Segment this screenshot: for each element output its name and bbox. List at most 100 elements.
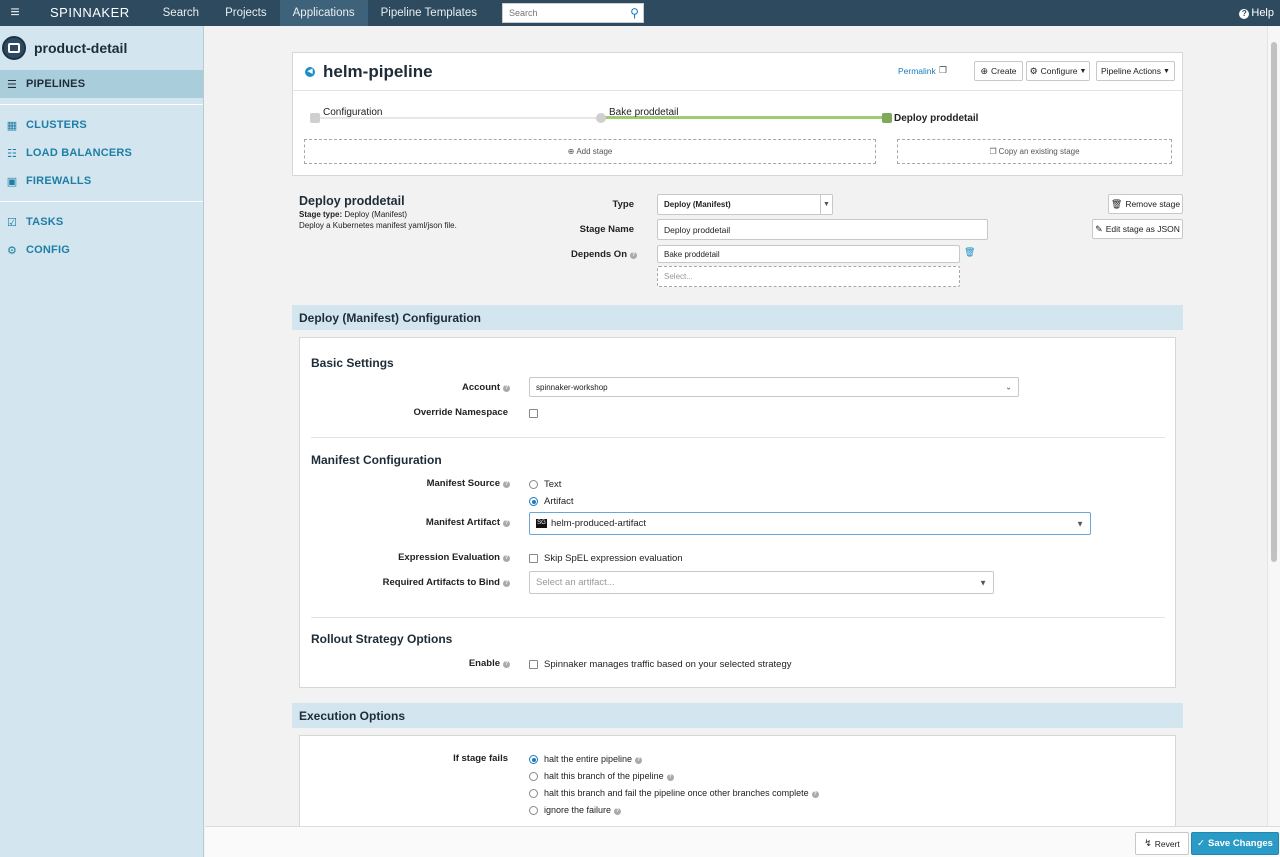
rollout-enable-option[interactable]: Spinnaker manages traffic based on your … xyxy=(544,659,792,670)
gear-icon: ⚙ xyxy=(1029,65,1038,76)
brand-logo[interactable]: SPINNAKER xyxy=(30,0,150,26)
manifest-artifact-select[interactable]: SG helm-produced-artifact ▼ xyxy=(529,512,1091,535)
fail-option-ignore-radio[interactable] xyxy=(529,806,538,815)
add-stage-label: Add stage xyxy=(576,147,613,156)
hamburger-menu-icon[interactable]: ≡ xyxy=(0,0,30,26)
sidebar-item-load-balancers[interactable]: ☷ LOAD BALANCERS xyxy=(0,139,203,167)
stage-node-deploy[interactable] xyxy=(882,113,892,123)
fail-option-halt-pipeline[interactable]: halt the entire pipeline? xyxy=(544,754,643,764)
nav-search[interactable]: Search xyxy=(150,0,212,26)
fail-option-halt-and-fail[interactable]: halt this branch and fail the pipeline o… xyxy=(544,788,819,798)
edit-json-button[interactable]: ✎ Edit stage as JSON xyxy=(1092,219,1183,239)
copy-stage-label: Copy an existing stage xyxy=(998,147,1080,156)
enable-text: Enable xyxy=(468,658,500,669)
nav-projects[interactable]: Projects xyxy=(212,0,280,26)
save-changes-button[interactable]: ✓ Save Changes xyxy=(1191,832,1279,855)
skip-spel-label[interactable]: Skip SpEL expression evaluation xyxy=(544,553,683,564)
config-section-header[interactable]: Deploy (Manifest) Configuration xyxy=(292,305,1183,330)
permalink-link[interactable]: Permalink xyxy=(898,66,936,76)
stage-name-input[interactable]: Deploy proddetail xyxy=(657,219,988,240)
type-select[interactable]: Deploy (Manifest) ▼ xyxy=(657,194,833,215)
search-icon[interactable]: ⚲ xyxy=(630,6,639,20)
back-arrow-icon[interactable]: ◀ xyxy=(305,66,315,77)
sidebar-item-tasks[interactable]: ☑ TASKS xyxy=(0,208,203,236)
remove-stage-button[interactable]: 🗑 Remove stage xyxy=(1108,194,1183,214)
help-icon[interactable]: ? xyxy=(503,481,510,488)
help-icon[interactable]: ? xyxy=(503,555,510,562)
required-artifacts-select[interactable]: Select an artifact... ▼ xyxy=(529,571,994,594)
depends-on-select[interactable]: Select... xyxy=(657,266,960,287)
edit-icon: ✎ xyxy=(1095,223,1103,234)
scrollbar-thumb[interactable] xyxy=(1271,42,1277,562)
required-artifacts-label: Required Artifacts to Bind? xyxy=(340,577,510,588)
nav-pipeline-templates[interactable]: Pipeline Templates xyxy=(368,0,490,26)
stage-label-deploy[interactable]: Deploy proddetail xyxy=(894,113,978,124)
source-text-label[interactable]: Text xyxy=(544,479,561,490)
rollout-enable-checkbox[interactable] xyxy=(529,660,538,669)
sidebar: product-detail ☰ PIPELINES ▦ CLUSTERS ☷ … xyxy=(0,26,204,857)
rollout-title: Rollout Strategy Options xyxy=(311,632,453,646)
help-icon[interactable]: ? xyxy=(635,757,643,764)
help-icon[interactable]: ? xyxy=(503,580,510,587)
depends-on-value[interactable]: Bake proddetail xyxy=(657,245,960,263)
add-stage-button[interactable]: ⊕ Add stage xyxy=(304,139,876,164)
remove-stage-label: Remove stage xyxy=(1125,199,1181,209)
source-artifact-label[interactable]: Artifact xyxy=(544,496,574,507)
stage-node-bake[interactable] xyxy=(596,113,606,123)
check-square-icon: ☑ xyxy=(6,216,18,229)
depends-on-text: Depends On xyxy=(571,249,627,260)
help-icon[interactable]: ? xyxy=(503,385,510,392)
type-label: Type xyxy=(612,199,634,210)
app-header: product-detail xyxy=(0,26,203,70)
override-namespace-checkbox[interactable] xyxy=(529,409,538,418)
copy-stage-button[interactable]: ❐ Copy an existing stage xyxy=(897,139,1172,164)
pipeline-title: helm-pipeline xyxy=(323,61,433,81)
stage-type-value: Deploy (Manifest) xyxy=(344,210,408,219)
stage-summary: Deploy proddetail Stage type: Deploy (Ma… xyxy=(299,194,457,230)
source-text-radio[interactable] xyxy=(529,480,538,489)
source-artifact-radio[interactable] xyxy=(529,497,538,506)
stage-node-configuration[interactable] xyxy=(310,113,320,123)
skip-spel-checkbox[interactable] xyxy=(529,554,538,563)
caret-down-icon: ▼ xyxy=(1079,67,1087,75)
sidebar-item-config[interactable]: ⚙ CONFIG xyxy=(0,236,203,264)
sidebar-item-firewalls[interactable]: ▣ FIREWALLS xyxy=(0,167,203,195)
trash-icon[interactable]: 🗑 xyxy=(964,247,975,258)
fail-option-text: halt this branch and fail the pipeline o… xyxy=(544,788,809,798)
edit-json-label: Edit stage as JSON xyxy=(1105,224,1180,234)
stage-label-configuration[interactable]: Configuration xyxy=(323,107,382,118)
execution-section-header[interactable]: Execution Options xyxy=(292,703,1183,728)
nav-applications[interactable]: Applications xyxy=(279,0,368,26)
search-input[interactable] xyxy=(508,8,619,18)
execution-section-title: Execution Options xyxy=(299,708,406,723)
required-artifacts-text: Required Artifacts to Bind xyxy=(382,577,500,588)
revert-button[interactable]: ↯ Revert xyxy=(1135,832,1189,855)
help-icon[interactable]: ? xyxy=(503,661,510,668)
help-label: Help xyxy=(1251,7,1274,19)
bolt-icon: ↯ xyxy=(1144,838,1152,848)
fail-option-halt-pipeline-radio[interactable] xyxy=(529,755,538,764)
help-icon[interactable]: ? xyxy=(811,791,819,798)
sidebar-item-pipelines[interactable]: ☰ PIPELINES xyxy=(0,70,203,98)
help-icon[interactable]: ? xyxy=(630,252,637,259)
help-link[interactable]: ? Help xyxy=(1239,0,1274,26)
create-label: Create xyxy=(991,66,1017,76)
help-icon[interactable]: ? xyxy=(503,520,510,527)
help-icon[interactable]: ? xyxy=(614,808,622,815)
pipeline-actions-button[interactable]: Pipeline Actions ▼ xyxy=(1096,61,1175,81)
fail-option-halt-branch-radio[interactable] xyxy=(529,772,538,781)
sidebar-item-clusters[interactable]: ▦ CLUSTERS xyxy=(0,111,203,139)
fail-option-halt-and-fail-radio[interactable] xyxy=(529,789,538,798)
stage-label-bake[interactable]: Bake proddetail xyxy=(609,107,679,118)
clipboard-icon[interactable]: ❐ xyxy=(939,65,947,76)
fail-option-halt-branch[interactable]: halt this branch of the pipeline? xyxy=(544,771,674,781)
page-scrollbar[interactable] xyxy=(1267,26,1280,826)
pipeline-actions-label: Pipeline Actions xyxy=(1101,66,1162,76)
configure-button[interactable]: ⚙ Configure ▼ xyxy=(1026,61,1090,81)
caret-down-icon: ▼ xyxy=(1076,519,1084,528)
manifest-artifact-value: helm-produced-artifact xyxy=(551,518,647,529)
account-select[interactable]: spinnaker-workshop ⌄ xyxy=(529,377,1019,397)
create-button[interactable]: ⊕ Create xyxy=(974,61,1023,81)
fail-option-ignore[interactable]: ignore the failure? xyxy=(544,805,622,815)
help-icon[interactable]: ? xyxy=(666,774,674,781)
